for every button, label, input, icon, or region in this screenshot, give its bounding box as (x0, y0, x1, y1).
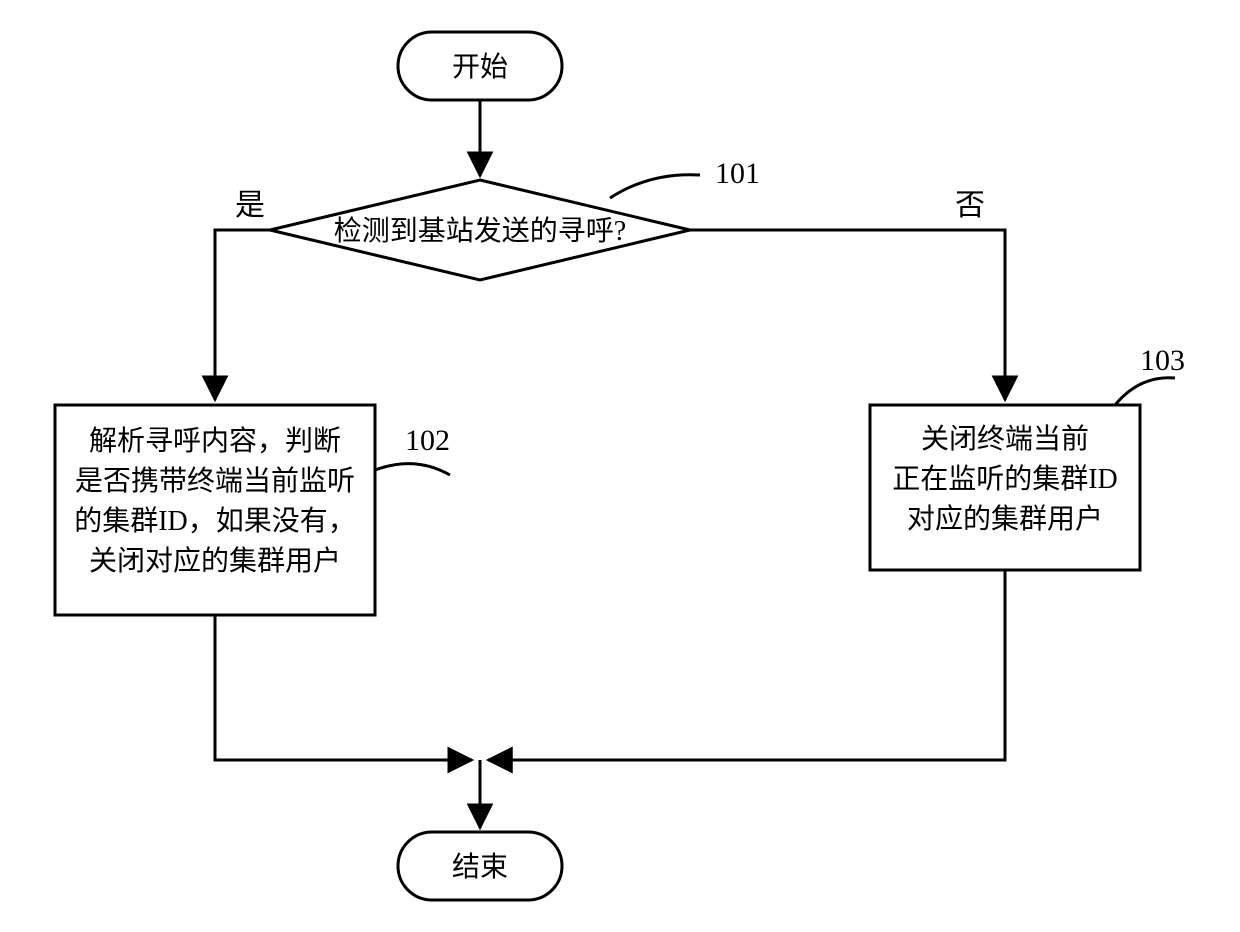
start-node: 开始 (398, 32, 562, 100)
edge-yes-merge (215, 615, 472, 760)
ref-102-leader (375, 464, 450, 475)
decision-node: 检测到基站发送的寻呼? (270, 180, 690, 280)
proc-no-line1: 关闭终端当前 (921, 423, 1089, 455)
process-yes-node: 解析寻呼内容，判断 是否携带终端当前监听 的集群ID，如果没有， 关闭对应的集群… (55, 405, 375, 615)
proc-yes-line4: 关闭对应的集群用户 (89, 545, 341, 577)
proc-yes-line1: 解析寻呼内容，判断 (89, 425, 341, 457)
ref-102: 102 (405, 424, 450, 457)
end-label: 结束 (452, 851, 508, 883)
edge-decision-no: 否 (690, 189, 1005, 400)
proc-yes-line2: 是否携带终端当前监听 (75, 465, 355, 497)
proc-yes-line3: 的集群ID，如果没有， (74, 505, 356, 537)
edge-no-merge (488, 570, 1005, 760)
process-no-node: 关闭终端当前 正在监听的集群ID 对应的集群用户 (870, 405, 1140, 570)
no-label: 否 (955, 189, 985, 222)
yes-label: 是 (235, 189, 265, 222)
proc-no-line3: 对应的集群用户 (907, 503, 1103, 535)
flowchart: 开始 检测到基站发送的寻呼? 101 是 否 解析寻呼内容，判断 是否携带终端当… (0, 0, 1240, 932)
proc-no-line2: 正在监听的集群ID (892, 463, 1118, 495)
decision-label: 检测到基站发送的寻呼? (334, 215, 626, 247)
end-node: 结束 (398, 832, 562, 900)
ref-101-leader (610, 175, 700, 198)
edge-decision-yes: 是 (215, 189, 270, 400)
ref-101: 101 (715, 157, 760, 190)
ref-103: 103 (1140, 344, 1185, 377)
ref-103-leader (1115, 378, 1175, 405)
start-label: 开始 (452, 51, 508, 83)
